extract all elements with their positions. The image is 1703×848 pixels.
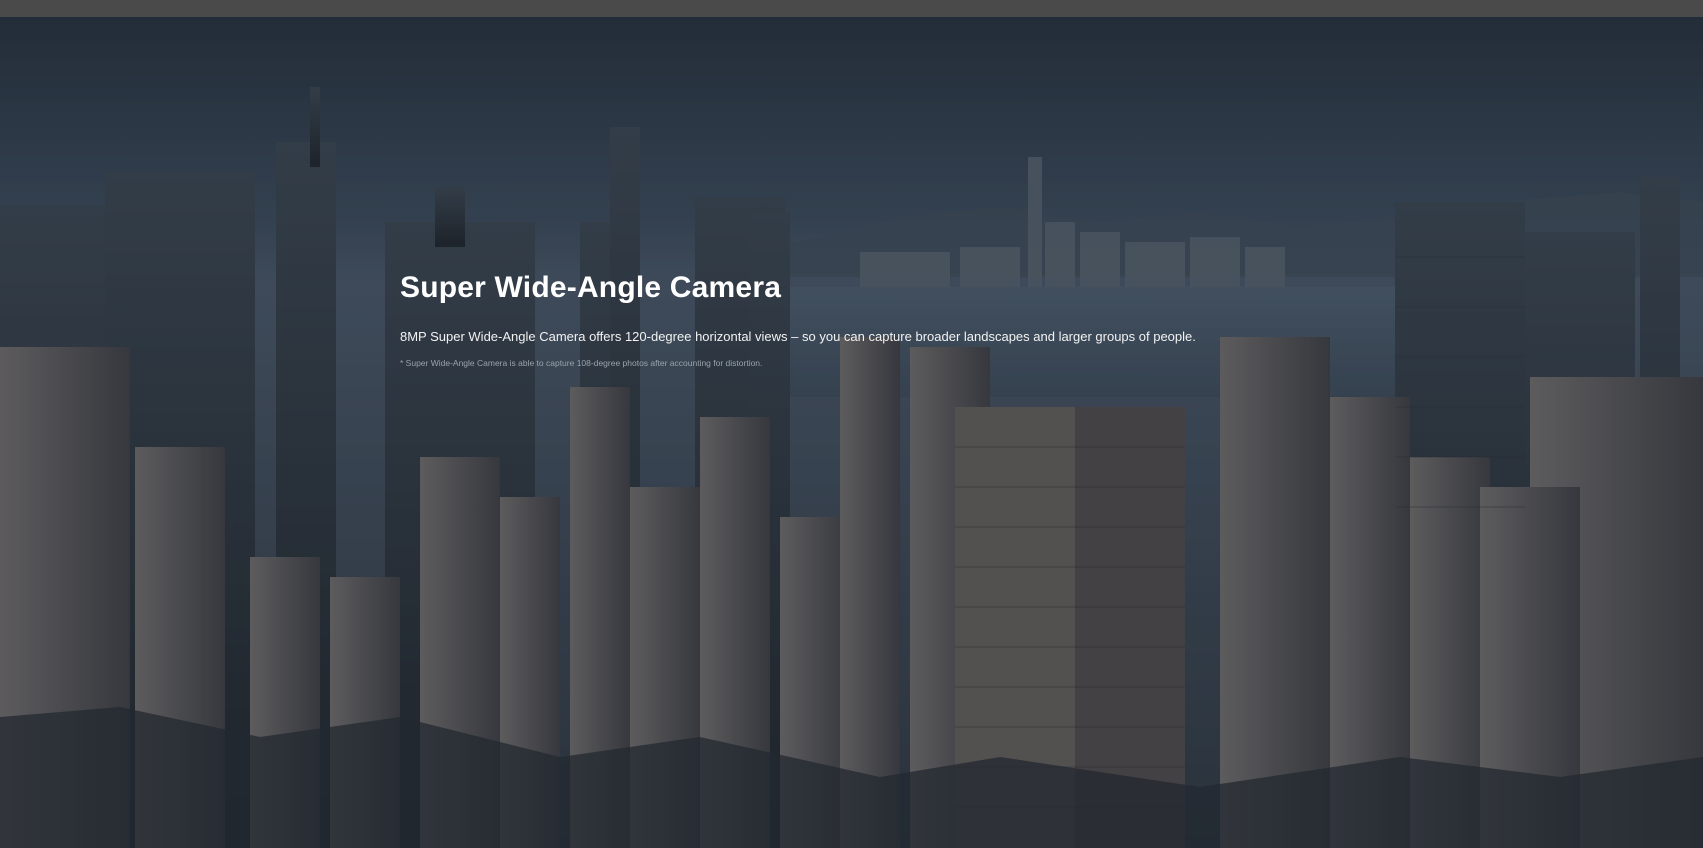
hero-title: Super Wide-Angle Camera <box>400 271 782 304</box>
hero-footnote: * Super Wide-Angle Camera is able to cap… <box>400 358 763 368</box>
hero-description: 8MP Super Wide-Angle Camera offers 120-d… <box>400 329 1196 344</box>
top-bar <box>0 0 1703 17</box>
hero-section: Super Wide-Angle Camera 8MP Super Wide-A… <box>0 17 1703 848</box>
hero-copy: Super Wide-Angle Camera 8MP Super Wide-A… <box>400 271 1300 368</box>
hero-overlay <box>0 17 1703 848</box>
